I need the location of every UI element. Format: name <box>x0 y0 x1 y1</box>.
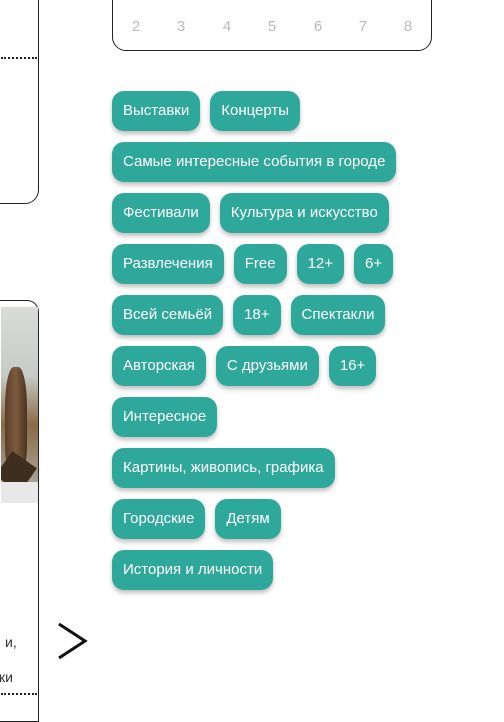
page-number[interactable]: 5 <box>262 18 282 35</box>
tag-chip[interactable]: Развлечения <box>112 244 224 284</box>
tag-chip[interactable]: 16+ <box>328 346 377 386</box>
tag-row: Всей семьёй 18+ Спектакли <box>112 295 432 335</box>
tag-row: Картины, живопись, графика <box>112 448 432 488</box>
page-number[interactable]: 6 <box>308 18 328 35</box>
tag-row: Фестивали Культура и искусство <box>112 193 432 233</box>
page-number[interactable]: 7 <box>353 18 373 35</box>
tag-chip[interactable]: Выставки <box>112 91 201 131</box>
tag-chip[interactable]: Городские <box>112 499 206 539</box>
tag-chip[interactable]: 6+ <box>354 244 394 284</box>
tag-row: Авторская С друзьями 16+ <box>112 346 432 386</box>
tag-list: Выставки Концерты Самые интересные события… <box>112 91 432 601</box>
event-card-top[interactable] <box>0 0 39 204</box>
tag-chip[interactable]: Картины, живопись, графика <box>112 448 335 488</box>
tag-chip[interactable]: Интересное <box>112 397 218 437</box>
tag-chip[interactable]: Free <box>233 244 287 284</box>
page-number[interactable]: 4 <box>217 18 237 35</box>
dotted-divider <box>1 693 37 695</box>
tag-row: Развлечения Free 12+ 6+ <box>112 244 432 284</box>
tag-chip[interactable]: Всей семьёй <box>112 295 224 335</box>
tag-chip[interactable]: Самые интересные события в городе <box>112 142 397 182</box>
tag-chip[interactable]: Концерты <box>210 91 301 131</box>
tag-chip[interactable]: Авторская <box>112 346 206 386</box>
tag-chip[interactable]: 12+ <box>296 244 345 284</box>
tag-chip[interactable]: Культура и искусство <box>219 193 389 233</box>
tag-row: Городские Детям <box>112 499 432 539</box>
tag-chip[interactable]: С друзьями <box>215 346 319 386</box>
tag-chip[interactable]: Фестивали <box>112 193 210 233</box>
page-number[interactable]: 2 <box>126 18 146 35</box>
event-card-text-line2: ки <box>0 669 13 685</box>
tag-row: История и личности <box>112 550 432 590</box>
page-number[interactable]: 3 <box>171 18 191 35</box>
tag-row: Выставки Концерты <box>112 91 432 131</box>
dotted-divider <box>1 57 37 59</box>
tag-row: Интересное <box>112 397 432 437</box>
event-image[interactable] <box>1 307 38 503</box>
tag-chip[interactable]: История и личности <box>112 550 274 590</box>
chevron-right-icon[interactable] <box>56 621 90 661</box>
tag-chip[interactable]: Детям <box>215 499 281 539</box>
tag-chip[interactable]: 18+ <box>233 295 281 335</box>
pagination: 2 3 4 5 6 7 8 <box>112 0 432 51</box>
tag-row: Самые интересные события в городе <box>112 142 432 182</box>
event-card-bottom[interactable]: и, ки <box>0 300 39 722</box>
event-card-text-line1: и, <box>5 634 17 650</box>
tag-chip[interactable]: Спектакли <box>290 295 386 335</box>
page-number[interactable]: 8 <box>398 18 418 35</box>
